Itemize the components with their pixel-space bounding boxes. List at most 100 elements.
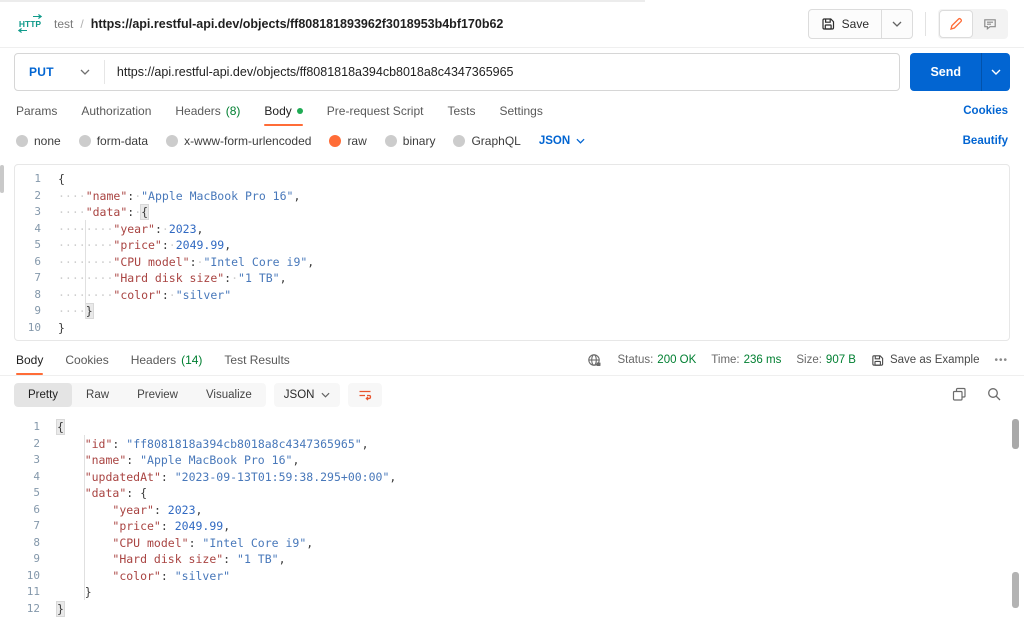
code-line[interactable]: 9 "Hard disk size": "1 TB", bbox=[14, 551, 1024, 568]
save-options-button[interactable] bbox=[881, 9, 912, 38]
tab-label: Test Results bbox=[224, 353, 290, 367]
request-title: https://api.restful-api.dev/objects/ff80… bbox=[90, 16, 504, 31]
header-actions: Save bbox=[807, 8, 1008, 39]
tab-response-cookies[interactable]: Cookies bbox=[65, 345, 108, 375]
line-number: 9 bbox=[33, 552, 40, 565]
language-label: JSON bbox=[538, 135, 571, 147]
line-number: 7 bbox=[33, 519, 40, 532]
time-metric: Time: 236 ms bbox=[711, 354, 781, 366]
page-scrollbar-thumb[interactable] bbox=[1012, 572, 1019, 608]
send-button[interactable]: Send bbox=[910, 53, 981, 91]
tab-tests[interactable]: Tests bbox=[447, 96, 475, 126]
radio-label: GraphQL bbox=[471, 134, 521, 148]
line-number: 8 bbox=[33, 535, 40, 549]
code-line[interactable]: 9 ····} bbox=[15, 303, 1009, 320]
body-type-form-data[interactable]: form-data bbox=[78, 134, 148, 148]
code-text: "price": 2049.99, bbox=[112, 519, 231, 533]
code-text: "CPU model": "Intel Core i9", bbox=[112, 535, 314, 550]
response-body-viewer[interactable]: 1{2 "id": "ff8081818a394cb8018a8c4347365… bbox=[0, 413, 1024, 620]
save-button[interactable]: Save bbox=[809, 10, 881, 38]
edit-request-button[interactable] bbox=[939, 9, 973, 38]
body-type-graphql[interactable]: GraphQL bbox=[453, 134, 521, 148]
method-selector[interactable]: PUT bbox=[15, 65, 104, 79]
cookies-link[interactable]: Cookies bbox=[963, 105, 1008, 117]
code-line[interactable]: 4 "updatedAt": "2023-09-13T01:59:38.295+… bbox=[14, 469, 1024, 486]
body-type-x-www-form-urlencoded[interactable]: x-www-form-urlencoded bbox=[166, 134, 311, 148]
code-line[interactable]: 11 } bbox=[14, 584, 1024, 601]
response-language-select[interactable]: JSON bbox=[273, 382, 341, 407]
code-line[interactable]: 7 "price": 2049.99, bbox=[14, 518, 1024, 535]
response-scrollbar-thumb[interactable] bbox=[1012, 419, 1019, 449]
line-number: 12 bbox=[26, 601, 40, 615]
tab-label: Pre-request Script bbox=[326, 104, 424, 118]
code-line[interactable]: 5 ········"price":·2049.99, bbox=[15, 237, 1009, 254]
view-raw[interactable]: Raw bbox=[72, 383, 123, 407]
code-line[interactable]: 3 "name": "Apple MacBook Pro 16", bbox=[14, 452, 1024, 469]
request-language-select[interactable]: JSON bbox=[539, 135, 585, 147]
code-line[interactable]: 2 ····"name":·"Apple MacBook Pro 16", bbox=[15, 188, 1009, 205]
code-line[interactable]: 7 ········"Hard disk size":·"1 TB", bbox=[15, 270, 1009, 287]
body-type-raw[interactable]: raw bbox=[329, 134, 367, 148]
send-options-button[interactable] bbox=[981, 53, 1010, 91]
code-line[interactable]: 8 ········"color":·"silver" bbox=[15, 287, 1009, 304]
code-line[interactable]: 1{ bbox=[15, 171, 1009, 188]
code-line[interactable]: 4 ········"year":·2023, bbox=[15, 221, 1009, 238]
tab-authorization[interactable]: Authorization bbox=[81, 96, 151, 126]
save-icon bbox=[821, 17, 835, 31]
chevron-down-icon bbox=[892, 21, 902, 27]
copy-icon[interactable] bbox=[952, 387, 967, 402]
tab-label: Tests bbox=[447, 104, 476, 118]
comments-button[interactable] bbox=[973, 10, 1007, 38]
response-code: 1{2 "id": "ff8081818a394cb8018a8c4347365… bbox=[14, 419, 1024, 617]
body-type-binary[interactable]: binary bbox=[384, 134, 435, 148]
tab-pre-request-script[interactable]: Pre-request Script bbox=[327, 96, 424, 126]
view-visualize[interactable]: Visualize bbox=[192, 383, 266, 407]
tab-label: Authorization bbox=[81, 104, 152, 118]
line-number: 6 bbox=[34, 254, 41, 268]
tab-response-body[interactable]: Body bbox=[16, 345, 44, 375]
line-number: 1 bbox=[34, 172, 41, 185]
headers-count-badge: (14) bbox=[181, 353, 203, 367]
url-input[interactable]: https://api.restful-api.dev/objects/ff80… bbox=[105, 65, 526, 79]
request-body-editor[interactable]: 1{2 ····"name":·"Apple MacBook Pro 16", 3 ·… bbox=[14, 164, 1010, 341]
line-number: 5 bbox=[34, 238, 41, 251]
view-preview[interactable]: Preview bbox=[123, 383, 192, 407]
wrap-lines-button[interactable] bbox=[348, 382, 383, 407]
code-text: ········"Hard disk size":·"1 TB", bbox=[58, 271, 287, 285]
more-options-button[interactable]: ••• bbox=[994, 355, 1008, 366]
request-code: 1{2 ····"name":·"Apple MacBook Pro 16", 3 ·… bbox=[15, 171, 1009, 336]
network-globe-icon[interactable] bbox=[587, 353, 602, 368]
code-line[interactable]: 6 "year": 2023, bbox=[14, 502, 1024, 519]
response-meta: Status: 200 OK Time: 236 ms Size: 907 B … bbox=[587, 345, 1008, 375]
code-line[interactable]: 6 ········"CPU model":·"Intel Core i9", bbox=[15, 254, 1009, 271]
search-icon[interactable] bbox=[987, 387, 1002, 402]
headers-count-badge: (8) bbox=[225, 104, 241, 118]
tab-body[interactable]: Body bbox=[264, 96, 304, 126]
beautify-link[interactable]: Beautify bbox=[963, 135, 1008, 147]
tab-params[interactable]: Params bbox=[16, 96, 57, 126]
collection-name[interactable]: test bbox=[54, 17, 73, 31]
code-line[interactable]: 1{ bbox=[14, 419, 1024, 436]
code-line[interactable]: 2 "id": "ff8081818a394cb8018a8c434736596… bbox=[14, 436, 1024, 453]
code-line[interactable]: 10} bbox=[15, 320, 1009, 337]
save-as-example-button[interactable]: Save as Example bbox=[871, 354, 979, 367]
code-line[interactable]: 12} bbox=[14, 601, 1024, 618]
tab-settings[interactable]: Settings bbox=[500, 96, 543, 126]
tab-headers[interactable]: Headers (8) bbox=[175, 96, 240, 126]
code-text: } bbox=[58, 320, 65, 335]
code-line[interactable]: 5 "data": { bbox=[14, 485, 1024, 502]
code-line[interactable]: 3 ····"data":·{ bbox=[15, 204, 1009, 221]
code-text: ····"name":·"Apple MacBook Pro 16", bbox=[58, 188, 301, 203]
tab-test-results[interactable]: Test Results bbox=[224, 345, 289, 375]
line-number: 10 bbox=[27, 320, 41, 334]
body-type-none[interactable]: none bbox=[16, 134, 61, 148]
tab-response-headers[interactable]: Headers (14) bbox=[131, 345, 203, 375]
breadcrumb-separator: / bbox=[80, 16, 84, 31]
status-label: Status: bbox=[617, 354, 654, 366]
code-line[interactable]: 8 "CPU model": "Intel Core i9", bbox=[14, 535, 1024, 552]
time-value: 236 ms bbox=[743, 354, 782, 366]
radio-icon bbox=[78, 135, 91, 147]
left-scrollbar-thumb[interactable] bbox=[0, 165, 4, 193]
code-line[interactable]: 10 "color": "silver" bbox=[14, 568, 1024, 585]
view-pretty[interactable]: Pretty bbox=[14, 382, 73, 407]
